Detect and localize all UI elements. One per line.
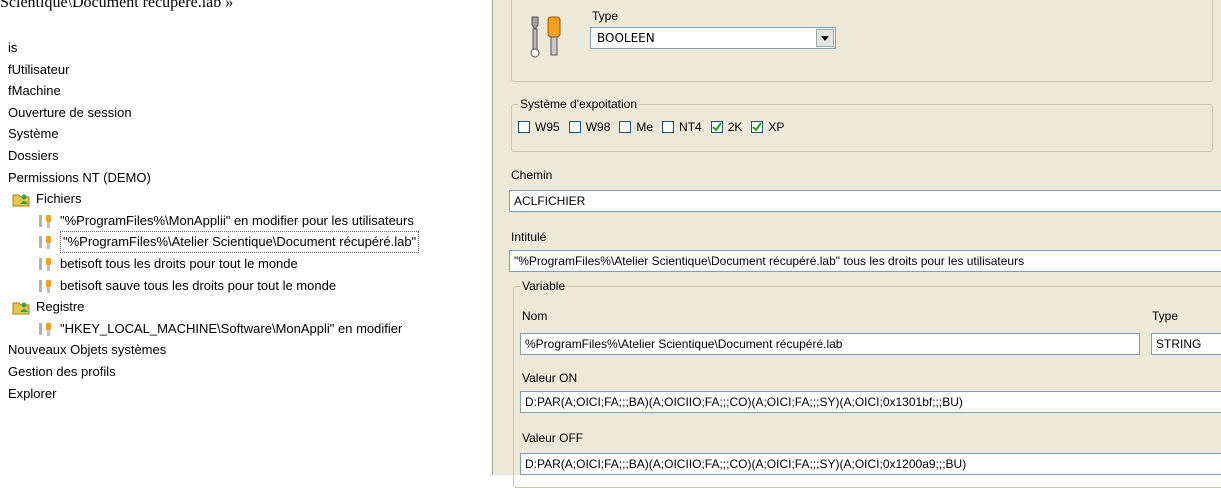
nom-field[interactable]: %ProgramFiles%\Atelier Scientique\Docume… [520,333,1140,355]
os-checkbox-row: W95 W98 Me NT4 2K XP [518,120,793,134]
os-option-me[interactable]: Me [619,120,653,134]
tree-item-label: Permissions NT (DEMO) [8,169,151,185]
intitule-field[interactable]: "%ProgramFiles%\Atelier Scientique\Docum… [509,250,1221,272]
tree-item[interactable]: "HKEY_LOCAL_MACHINE\Software\MonAppli" e… [36,319,402,339]
tree-item-label: Registre [36,299,85,315]
chevron-down-icon[interactable] [816,29,834,47]
type-select-value: BOOLEEN [597,31,655,45]
os-option-xp[interactable]: XP [751,120,784,134]
checkbox[interactable] [751,121,764,133]
valeur-off-field[interactable]: D:PAR(A;OICI;FA;;;BA)(A;OICIIO;FA;;;CO)(… [520,453,1221,475]
path-title: Scientique\Document récupéré.lab » [0,0,234,11]
tree-item[interactable]: fMachine [8,81,61,101]
var-type-field[interactable]: STRING [1151,333,1221,355]
type-select[interactable]: BOOLEEN [590,27,836,49]
tree-item-label: Gestion des profils [8,364,116,379]
valeur-on-field[interactable]: D:PAR(A;OICI;FA;;;BA)(A;OICIIO;FA;;;CO)(… [520,391,1221,413]
properties-panel: Type BOOLEEN Système d'expoitation W95 W9… [492,0,1221,488]
tools-icon [36,234,54,250]
tree-item[interactable]: "%ProgramFiles%\MonApplii" en modifier p… [36,211,414,231]
chemin-label: Chemin [511,168,553,182]
tree-item-label: is [8,40,18,55]
intitule-label: Intitulé [511,230,547,244]
variable-group-label: Variable [520,279,568,293]
checkbox-label: W95 [535,120,560,134]
tree-item[interactable]: is [8,38,17,58]
tree-item[interactable]: "%ProgramFiles%\Atelier Scientique\Docum… [36,231,420,254]
tools-icon [36,278,54,294]
checkbox-label: XP [768,120,785,134]
tools-icon [36,213,54,229]
var-type-label: Type [1152,309,1179,323]
tree-item-label: Système [8,126,59,142]
checkbox[interactable] [710,121,723,133]
os-option-w98[interactable]: W98 [568,120,611,134]
tree-item-label: fMachine [8,83,61,99]
tree-item-label: "HKEY_LOCAL_MACHINE\Software\MonAppli" e… [60,320,403,336]
tree-item[interactable]: fUtilisateur [8,60,69,80]
folder-people-icon [12,299,30,315]
tree-item[interactable]: Dossiers [8,146,59,166]
type-group: Type BOOLEEN [511,0,1213,82]
tree-item[interactable]: Explorer [8,384,56,404]
os-group: Système d'expoitation W95 W98 Me NT4 2K XP [511,97,1213,152]
os-option-w95[interactable]: W95 [518,120,560,134]
nom-label: Nom [522,309,548,323]
tree-item[interactable]: Permissions NT (DEMO) [8,168,151,188]
tools-icon [526,13,566,62]
tree-item-label: fUtilisateur [8,61,70,77]
tree-item-label: Fichiers [36,191,82,207]
tree-item[interactable]: Système [8,124,59,144]
checkbox-label: NT4 [679,120,702,134]
valeur-off-label: Valeur OFF [522,431,584,445]
tree-item-label: Ouverture de session [8,104,132,120]
checkbox[interactable] [619,121,632,133]
os-group-label: Système d'expoitation [518,97,640,111]
os-option-nt4[interactable]: NT4 [662,120,702,134]
checkbox-label: W98 [585,120,611,134]
checkbox-label: Me [636,120,654,134]
checkbox[interactable] [662,121,675,133]
valeur-on-label: Valeur ON [522,371,578,385]
tree-item[interactable]: Registre [12,297,84,317]
tools-icon [36,256,54,272]
folder-people-icon [12,191,30,207]
checkbox[interactable] [518,121,530,133]
tree-item[interactable]: betisoft tous les droits pour tout le mo… [36,254,298,274]
tree-item-label: "%ProgramFiles%\Atelier Scientique\Docum… [60,231,420,254]
tree-item-label: Dossiers [8,148,59,163]
chemin-field[interactable]: ACLFICHIER [509,190,1221,212]
tree-item[interactable]: betisoft sauve tous les droits pour tout… [36,276,336,296]
tools-icon [36,321,54,337]
os-option-2k[interactable]: 2K [710,120,743,134]
type-label: Type [592,9,619,23]
tree-item-label: betisoft tous les droits pour tout le mo… [60,256,298,271]
tree-item[interactable]: Gestion des profils [8,362,116,382]
tree-item[interactable]: Ouverture de session [8,103,132,123]
tree-item[interactable]: Nouveaux Objets systèmes [8,340,166,360]
tree-item[interactable]: Fichiers [12,189,82,209]
checkbox[interactable] [568,121,581,133]
tree-item-label: betisoft sauve tous les droits pour tout… [60,277,337,293]
tree-item-label: Explorer [8,385,57,401]
variable-group: Variable Nom %ProgramFiles%\Atelier Scie… [513,279,1221,488]
checkbox-label: 2K [727,120,743,134]
tree-item-label: Nouveaux Objets systèmes [8,342,167,358]
tree-item-label: "%ProgramFiles%\MonApplii" en modifier p… [60,212,414,228]
